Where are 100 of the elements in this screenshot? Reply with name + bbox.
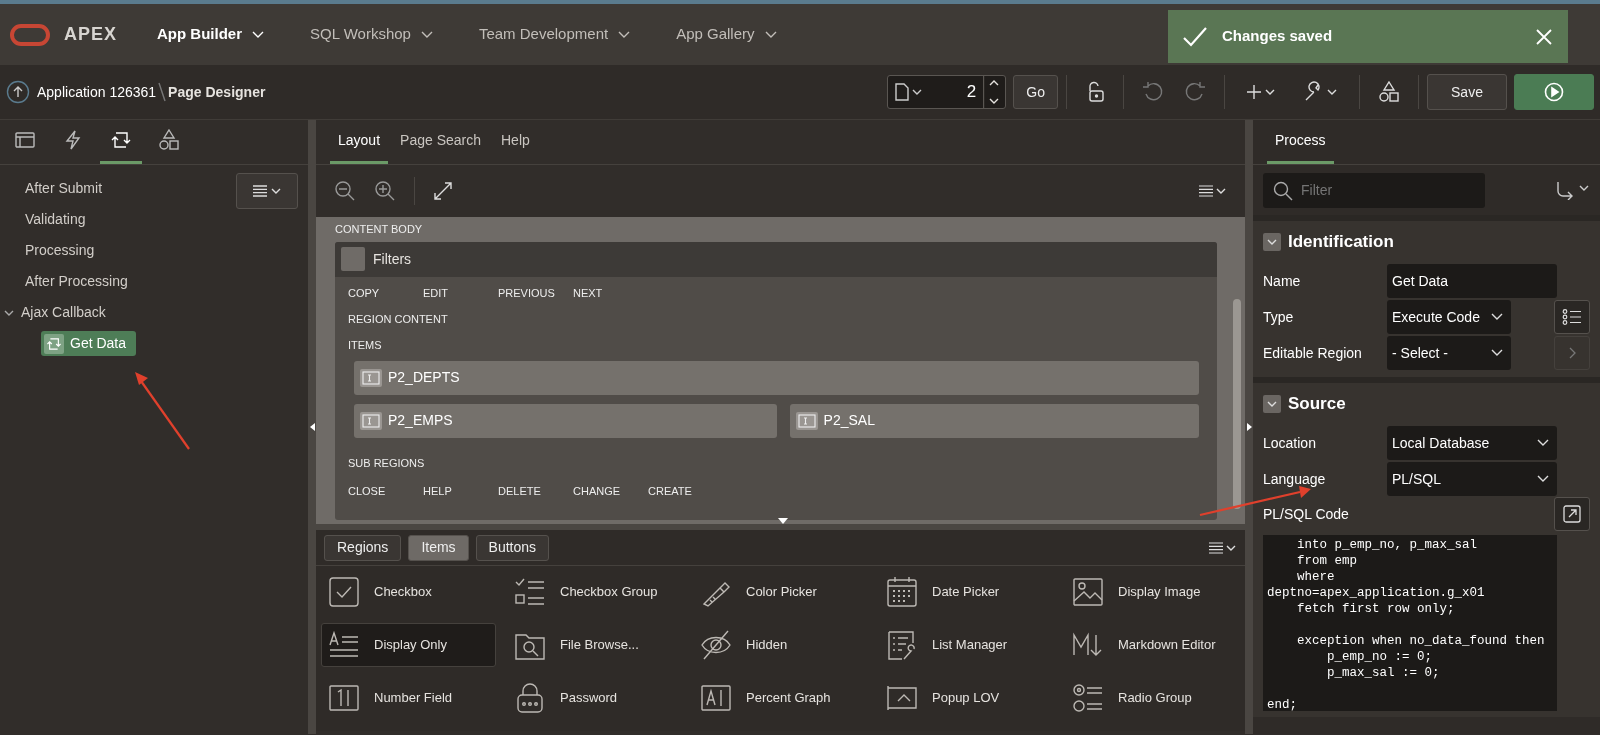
group-title: Source [1288, 393, 1346, 416]
menu-icon [253, 185, 267, 197]
checkbox-icon [328, 576, 360, 608]
run-button[interactable] [1514, 74, 1594, 110]
radio-list-icon [1072, 682, 1104, 714]
view-menu-icon[interactable] [1209, 541, 1237, 554]
position-label: COPY [348, 286, 381, 302]
list-button[interactable] [1554, 300, 1590, 334]
cycle-icon [110, 129, 132, 151]
chevron-down-icon[interactable] [4, 308, 14, 317]
chevron-down-icon [618, 30, 631, 39]
gallery-tab[interactable]: Buttons [475, 534, 550, 561]
gallery-item[interactable]: Display Image [1065, 570, 1240, 614]
gallery-item[interactable]: Markdown Editor [1065, 623, 1240, 667]
nav-menu[interactable]: App Builder [157, 23, 265, 46]
page-selector[interactable]: 2 [886, 75, 1007, 109]
gallery-item[interactable]: File Browse... [507, 623, 682, 667]
position-label: NEXT [573, 286, 604, 302]
redo-icon[interactable] [1184, 81, 1206, 103]
select-field[interactable]: Execute Code [1387, 300, 1511, 334]
wrench-menu-icon[interactable] [1303, 81, 1339, 103]
add-menu-icon[interactable] [1247, 84, 1277, 100]
go-to-group-icon[interactable] [1556, 180, 1590, 200]
gallery-item[interactable]: Color Picker [693, 570, 868, 614]
view-menu-icon[interactable] [1199, 185, 1227, 197]
gallery-item[interactable]: Date Picker [879, 570, 1054, 614]
text-field-icon [797, 413, 816, 428]
page-icon [894, 83, 909, 101]
group-title: Identification [1288, 231, 1394, 254]
panel-tab[interactable]: Page Search [392, 130, 489, 164]
close-icon[interactable] [1534, 26, 1554, 47]
panel-tab[interactable]: Help [493, 130, 538, 164]
page-item[interactable]: P2_SAL [789, 403, 1199, 438]
text-field-icon [362, 413, 380, 428]
position-label: PREVIOUS [498, 286, 556, 302]
gallery-item[interactable]: Popup LOV [879, 676, 1054, 720]
chevron-down-icon [420, 30, 433, 39]
select-field[interactable]: - Select - [1387, 336, 1511, 370]
panel-tab[interactable]: Process [1267, 130, 1334, 164]
checklist-icon [514, 576, 546, 608]
shapes-icon[interactable] [1378, 81, 1400, 103]
field-label: Name [1263, 271, 1302, 291]
gallery-item[interactable]: Checkbox Group [507, 570, 682, 614]
list-wrench-icon [886, 629, 918, 661]
code-editor[interactable]: into p_emp_no, p_max_sal from emp where deptno=apex_application.g_x01 fetch first row only; exception when no_data_found then p_emp_no := 0; p_max_sal := 0; end; [1263, 534, 1557, 711]
rendering-icon [14, 129, 36, 151]
breadcrumb-link[interactable]: Application 126361 [37, 81, 157, 103]
gallery-item[interactable]: Radio Group [1065, 676, 1240, 720]
chevron-down-icon [271, 187, 281, 195]
collapse-toggle[interactable] [1263, 395, 1281, 413]
logo-icon [10, 23, 50, 46]
gallery-item[interactable]: Password [507, 676, 682, 720]
save-button[interactable]: Save [1427, 74, 1507, 110]
tree-node[interactable]: Ajax Callback [21, 302, 106, 323]
expand-editor-button[interactable] [1554, 497, 1590, 531]
tree-node[interactable]: Get Data [41, 331, 137, 356]
gallery-item[interactable]: Number Field [321, 676, 496, 720]
logo-text: APEX [64, 23, 118, 46]
tree-node[interactable]: After Processing [25, 271, 128, 292]
gallery-item[interactable]: List Manager [879, 623, 1054, 667]
nav-menu[interactable]: Team Development [478, 23, 631, 46]
shapes-icon [158, 129, 180, 151]
text-field-icon [362, 370, 380, 385]
expand-icon[interactable] [433, 181, 453, 201]
select-field[interactable]: Local Database [1387, 426, 1557, 460]
nav-menu[interactable]: SQL Workshop [310, 23, 433, 46]
toast-message: Changes saved [1222, 26, 1333, 47]
go-button[interactable]: Go [1013, 75, 1058, 109]
text-field[interactable]: Get Data [1387, 264, 1557, 298]
chevron-down-icon [252, 30, 265, 39]
region-title: Filters [373, 249, 412, 269]
gallery-item[interactable]: Percent Graph [693, 676, 868, 720]
zoom-in-icon[interactable] [374, 180, 396, 202]
tree-node[interactable]: Validating [25, 209, 86, 230]
play-icon [1544, 82, 1564, 102]
zoom-out-icon[interactable] [334, 180, 356, 202]
tree-node[interactable]: Processing [25, 240, 95, 261]
tree-node[interactable]: After Submit [25, 178, 103, 199]
position-label: CREATE [648, 484, 693, 500]
gallery-item[interactable]: Hidden [693, 623, 868, 667]
page-item[interactable]: P2_EMPS [354, 403, 777, 438]
gallery-tab[interactable]: Items [408, 534, 469, 561]
panel-tab[interactable]: Layout [330, 130, 389, 164]
gallery-item[interactable]: Checkbox [321, 570, 496, 614]
check-icon [1182, 25, 1208, 48]
page-item[interactable]: P2_DEPTS [354, 360, 1199, 395]
collapse-toggle[interactable] [1263, 233, 1281, 251]
position-label: EDIT [423, 286, 450, 302]
view-menu-button[interactable] [236, 173, 298, 209]
scrollbar[interactable] [1233, 299, 1241, 509]
position-label: SUB REGIONS [348, 455, 426, 469]
undo-icon[interactable] [1142, 81, 1164, 103]
section-label: CONTENT BODY [335, 222, 424, 237]
gallery-item[interactable]: Display Only [321, 623, 496, 667]
filter-field[interactable]: Filter [1263, 172, 1485, 208]
list-icon [1562, 309, 1582, 325]
gallery-tab[interactable]: Regions [324, 534, 402, 561]
calendar-icon [886, 576, 918, 608]
select-field[interactable]: PL/SQL [1387, 462, 1557, 496]
nav-menu[interactable]: App Gallery [676, 23, 777, 46]
